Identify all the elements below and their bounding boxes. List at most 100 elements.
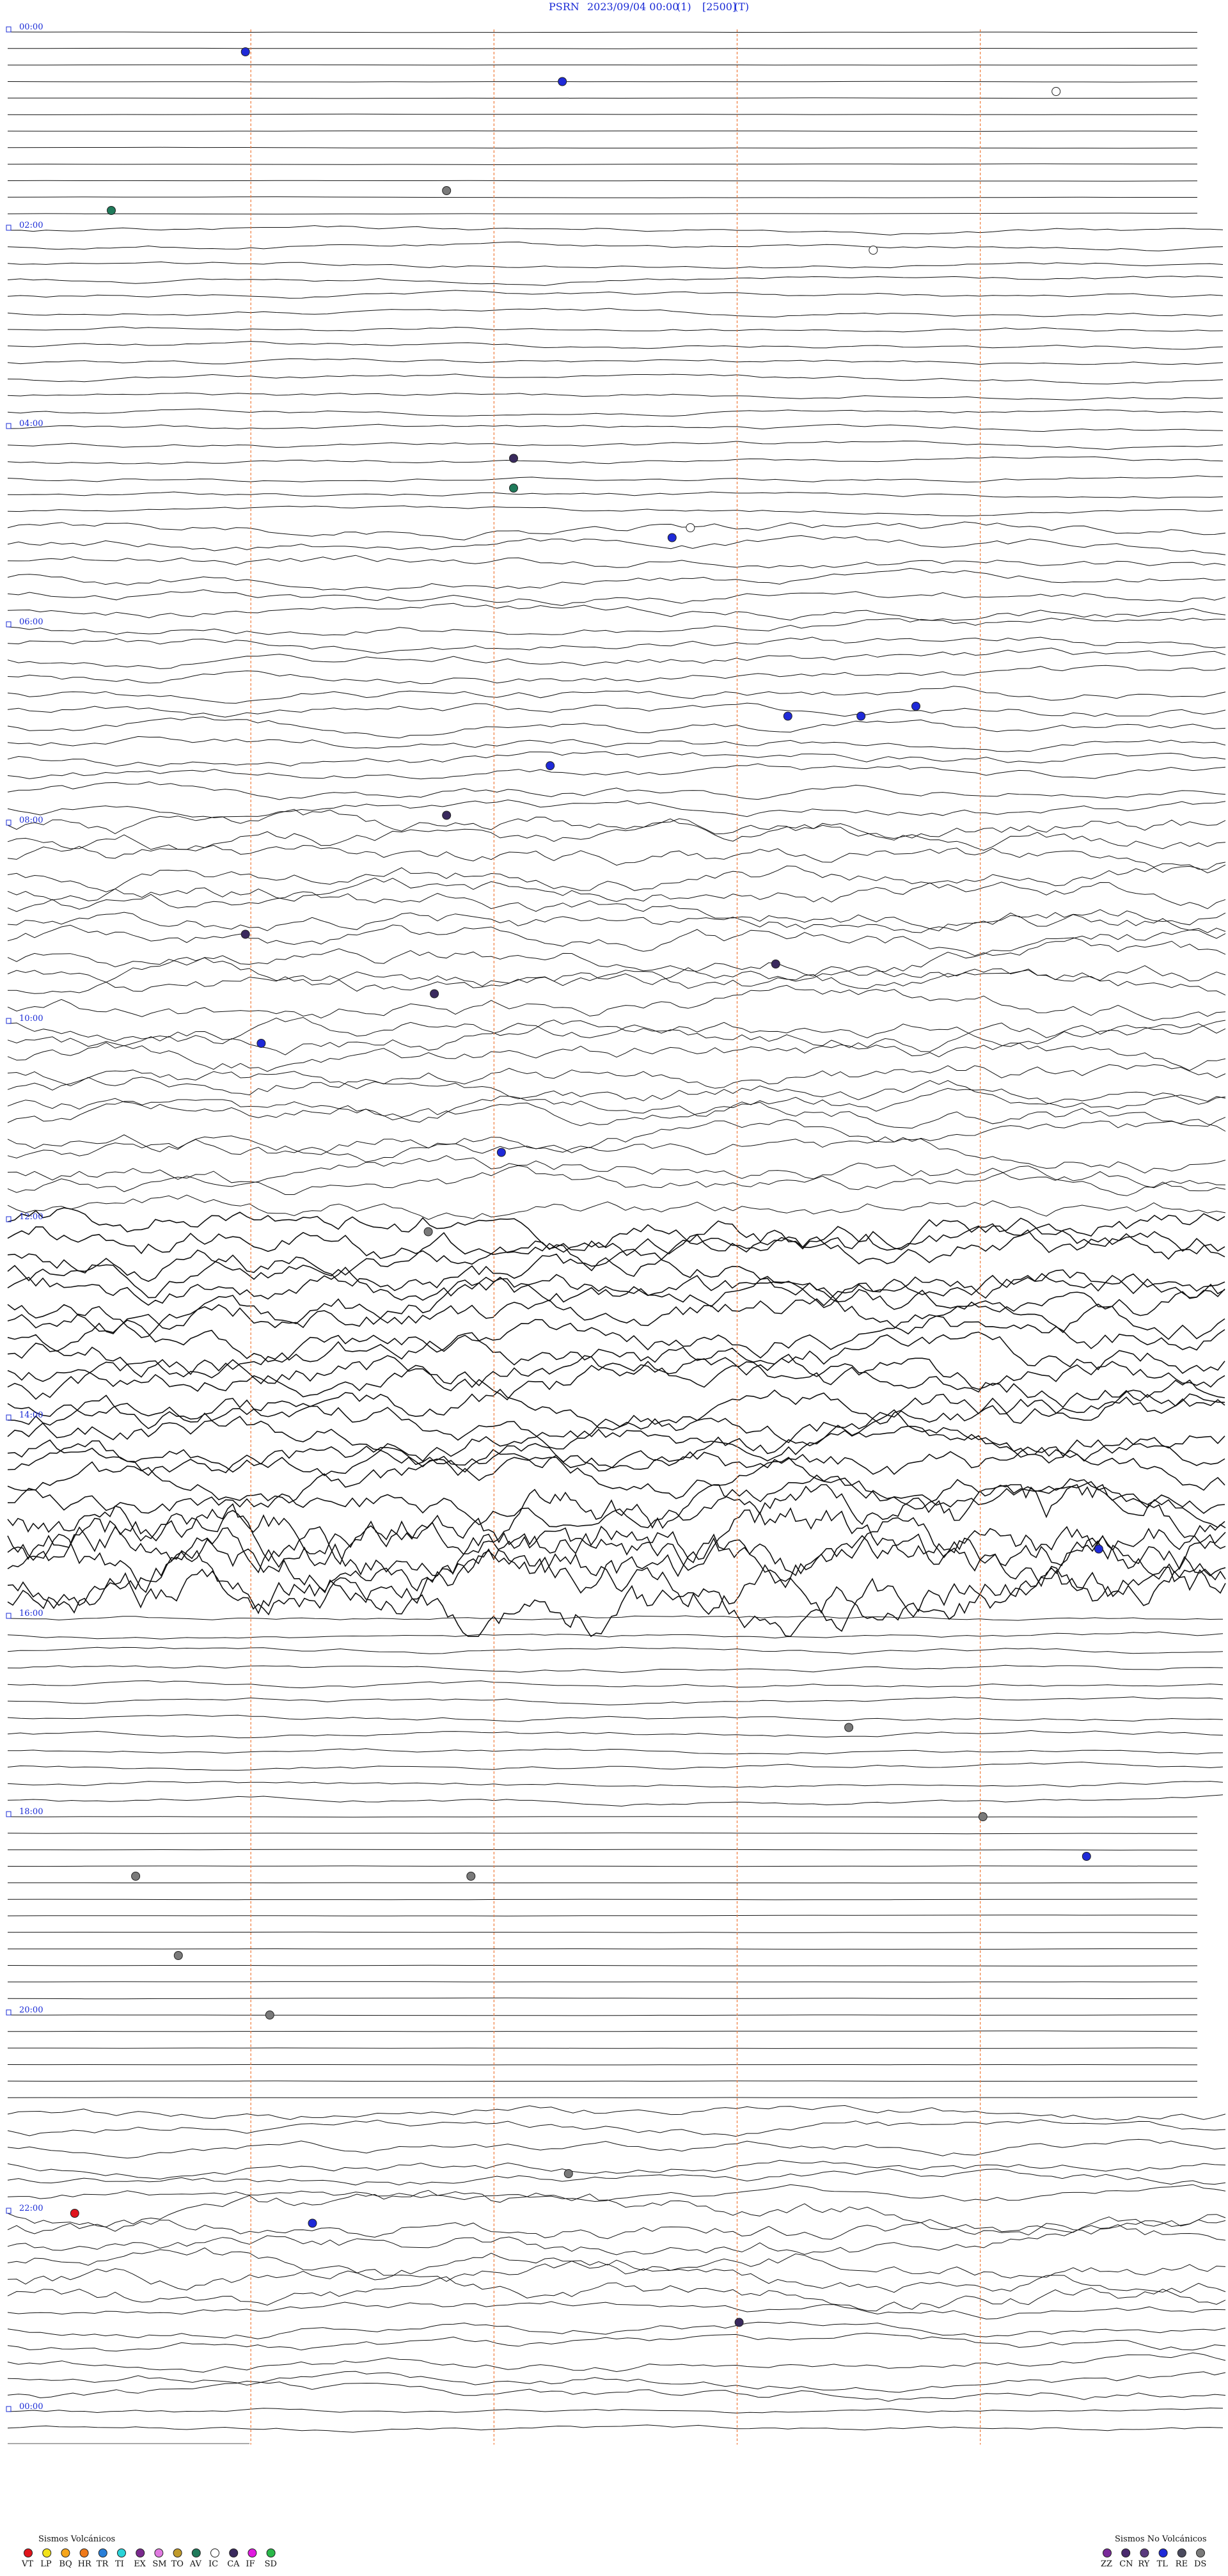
traces	[7, 31, 1226, 2444]
hour-tick	[6, 1018, 12, 1024]
trace-line	[7, 1964, 1198, 1967]
trace-line	[7, 1483, 1226, 1555]
hour-tick	[6, 621, 12, 628]
legend-code: TI	[115, 2559, 124, 2569]
trace-line	[7, 617, 1226, 636]
trace-line	[7, 763, 1226, 780]
trace-line	[7, 290, 1224, 299]
trace-line	[7, 275, 1224, 286]
trace-line	[7, 2261, 1226, 2293]
trace-line	[7, 475, 1224, 483]
trace-line	[7, 1567, 1226, 1638]
trace-line	[7, 2014, 1198, 2016]
event-marker	[70, 2209, 79, 2218]
hour-tick	[6, 1414, 12, 1421]
hour-tick	[6, 26, 12, 33]
zz-dot-icon	[1103, 2548, 1112, 2557]
time-markers	[250, 29, 981, 2445]
trace-line	[7, 440, 1224, 450]
event-marker	[308, 2218, 317, 2228]
event-marker	[844, 1723, 854, 1732]
trace-line	[7, 1865, 1198, 1867]
hour-label: 06:00	[19, 617, 43, 627]
event-marker	[563, 2169, 573, 2178]
trace-line	[7, 2030, 1198, 2032]
trace-line	[7, 81, 1198, 83]
datetime-label: 2023/09/04 00:00	[587, 1, 679, 13]
legend-code: TO	[171, 2559, 184, 2569]
hour-label: 22:00	[19, 2204, 43, 2213]
trace-line	[7, 97, 1198, 99]
trace-line	[7, 358, 1224, 365]
event-marker	[911, 702, 920, 711]
trace-line	[7, 180, 1198, 182]
hour-label: 04:00	[19, 419, 43, 429]
trace-line	[7, 196, 1197, 198]
trace-line	[7, 1748, 1224, 1755]
event-marker	[173, 1951, 183, 1960]
trace-line	[7, 686, 1226, 704]
event-marker	[442, 810, 452, 820]
trace-line	[7, 751, 1226, 767]
legend-code: AV	[189, 2559, 202, 2569]
trace-line	[7, 1087, 1226, 1123]
event-marker	[240, 47, 250, 56]
hour-tick	[6, 2208, 12, 2214]
trace-line	[7, 1379, 1225, 1431]
legend-code: SM	[152, 2559, 166, 2569]
hour-tick	[6, 225, 12, 231]
trace-line	[7, 912, 1226, 933]
legend-code: CA	[227, 2559, 240, 2569]
trace-line	[7, 241, 1224, 251]
ry-dot-icon	[1140, 2548, 1149, 2557]
event-marker	[256, 1039, 266, 1048]
event-marker	[265, 2011, 274, 2019]
trace-line	[7, 636, 1226, 654]
legend: Sismos Volcánicos VT LP BQ HR TR TI EX SM TO AV IC C…	[21, 2534, 1207, 2569]
trace-line	[7, 603, 1226, 621]
event-marker	[430, 989, 439, 999]
event-marker	[1051, 87, 1061, 96]
trace-line	[7, 261, 1224, 269]
trace-line	[7, 392, 1224, 400]
trace-line	[7, 408, 1224, 417]
sd-dot-icon	[266, 2548, 276, 2557]
re-dot-icon	[1177, 2548, 1186, 2557]
trace-line	[7, 2064, 1198, 2066]
trace-line	[7, 456, 1224, 464]
legend-title: Sismos Volcánicos	[38, 2534, 115, 2544]
trace-line	[7, 1647, 1224, 1655]
trace-line	[7, 2301, 1226, 2319]
trace-line	[7, 957, 1226, 987]
trace-line	[7, 665, 1226, 684]
trace-line	[7, 1155, 1226, 1189]
trace-line	[7, 702, 1226, 718]
trace-line	[7, 2047, 1198, 2049]
to-dot-icon	[173, 2548, 182, 2557]
helicorder-plot: PSRN 2023/09/04 00:00 (1) [2500] (T) 00:…	[6, 1, 1226, 2569]
legend-code: ZZ	[1101, 2559, 1112, 2569]
trace-line	[7, 1664, 1224, 1673]
hour-tick	[6, 1613, 12, 1619]
ic-dot-icon	[210, 2548, 219, 2557]
legend-code: CN	[1119, 2559, 1133, 2569]
trace-line	[7, 535, 1226, 555]
trace-line	[7, 2105, 1226, 2121]
scale-label: [2500]	[702, 1, 736, 13]
trace-line	[7, 2332, 1226, 2351]
trace-line	[7, 567, 1226, 590]
station-label: PSRN	[549, 1, 579, 13]
trace-line	[7, 809, 1226, 842]
trace-line	[7, 2138, 1226, 2159]
trace-line	[7, 521, 1226, 541]
trace-line	[7, 1696, 1224, 1705]
trace-line	[7, 984, 1226, 1021]
trace-line	[7, 1762, 1224, 1771]
trace-line	[7, 491, 1224, 499]
lp-dot-icon	[42, 2548, 52, 2557]
trace-line	[7, 1042, 1226, 1072]
hour-label: 08:00	[19, 816, 43, 825]
if-dot-icon	[248, 2548, 257, 2557]
legend-code: IC	[209, 2559, 218, 2569]
event-marker	[783, 711, 792, 721]
